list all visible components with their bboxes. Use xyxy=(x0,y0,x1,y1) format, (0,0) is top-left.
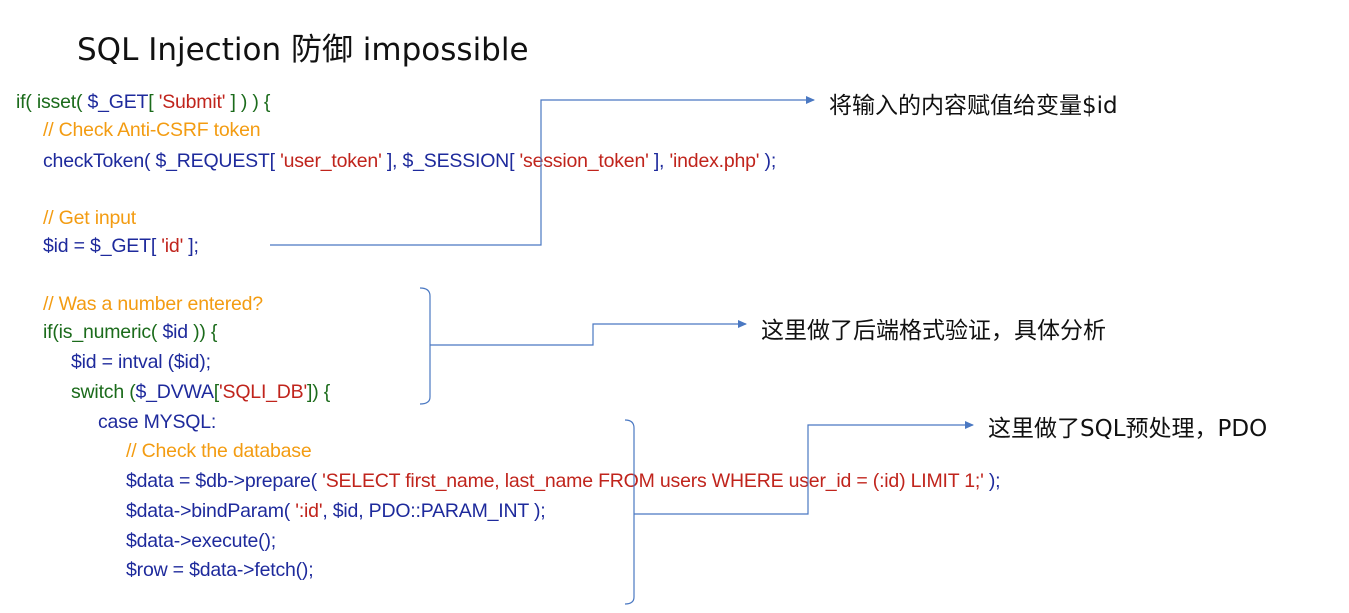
bracket-sql-prepare xyxy=(624,419,635,605)
connector-assign-id xyxy=(270,96,815,246)
connector-sql-prepare xyxy=(634,421,974,515)
bracket-format-validation xyxy=(419,287,431,405)
connector-overlay xyxy=(270,96,974,605)
connector-format-validation xyxy=(430,320,747,346)
